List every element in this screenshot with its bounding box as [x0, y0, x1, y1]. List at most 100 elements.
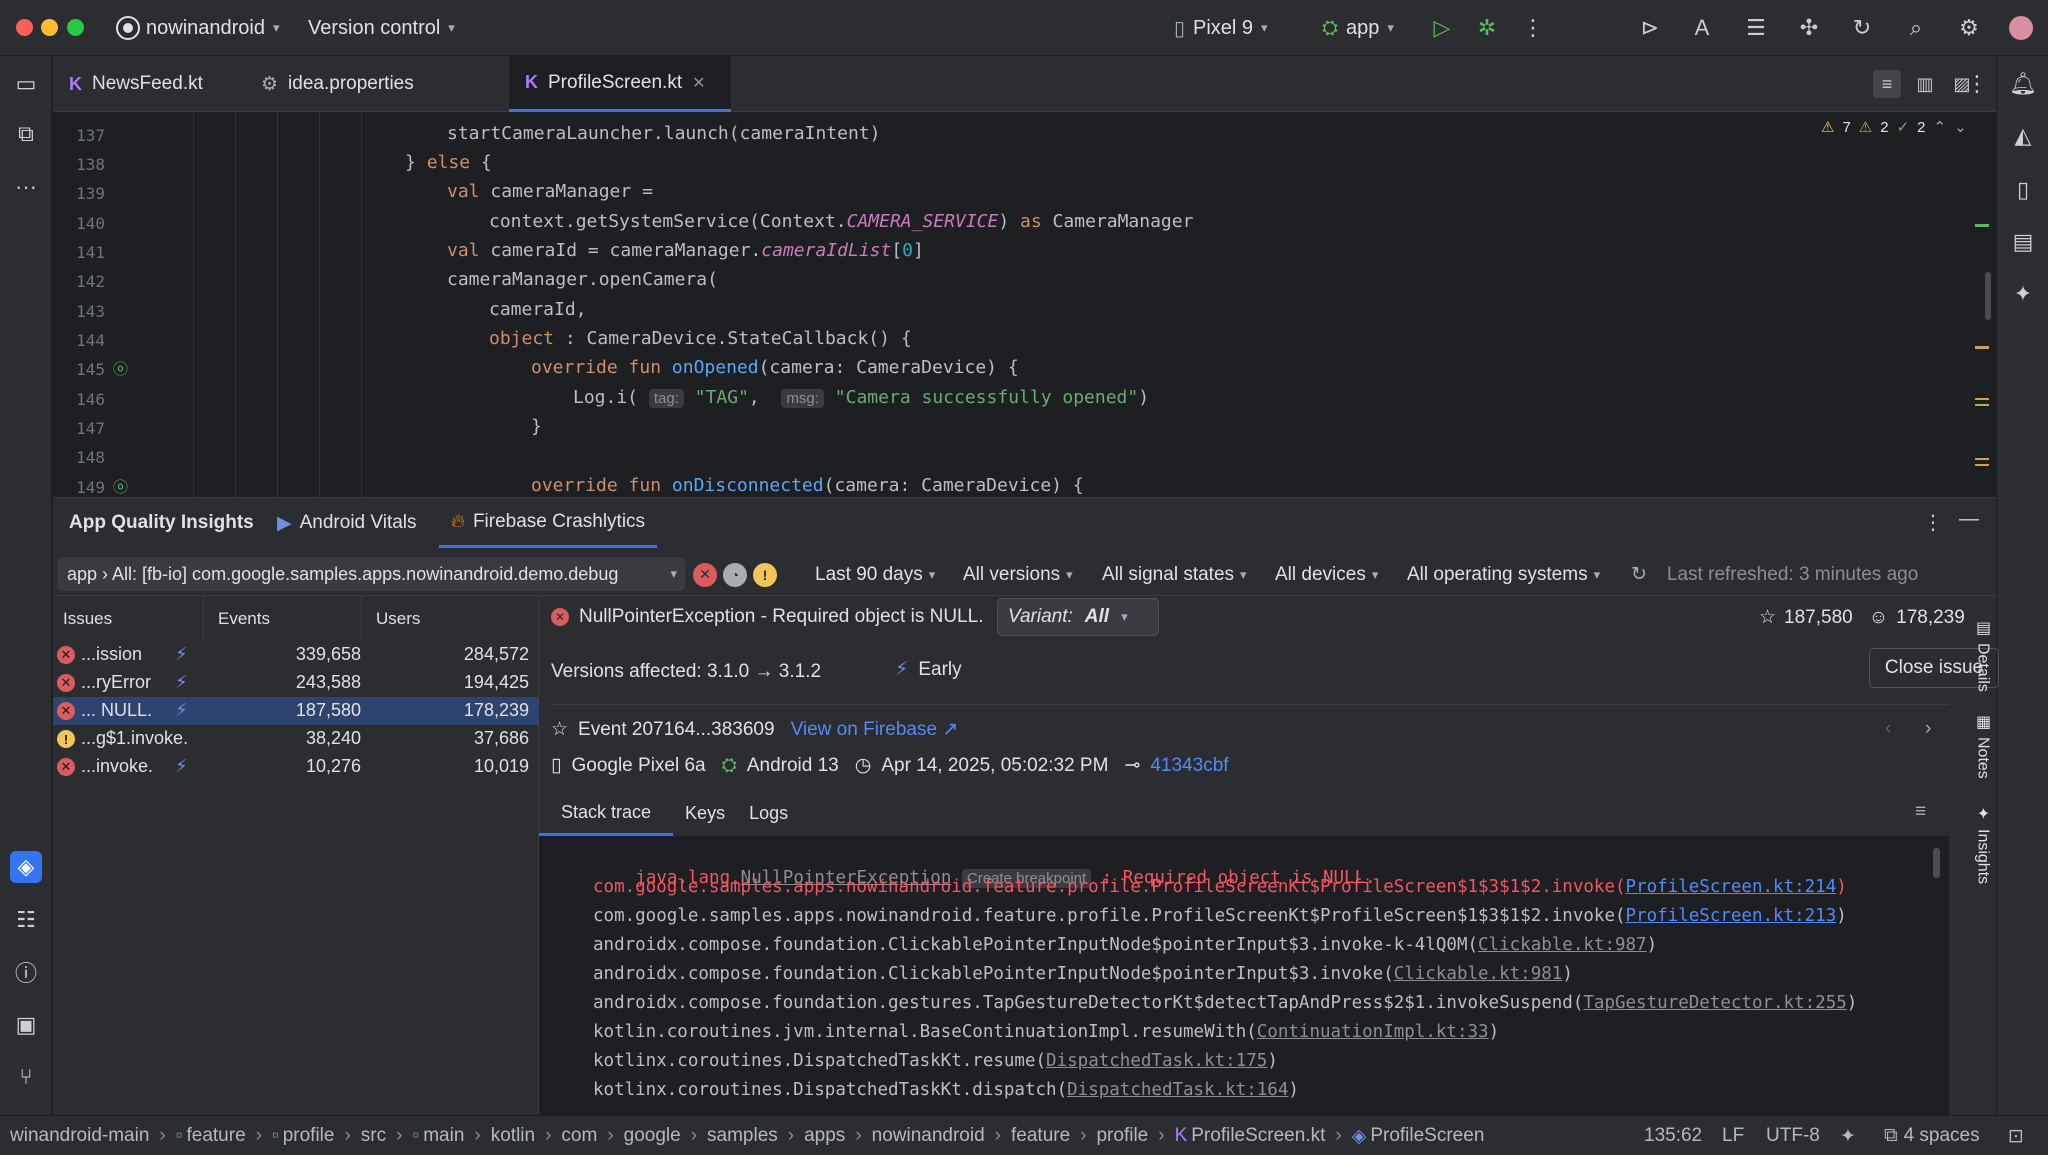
indent-setting[interactable]: ⧉ 4 spaces — [1884, 1116, 1980, 1155]
editor-view-code-icon[interactable]: ≡ — [1873, 70, 1901, 98]
breadcrumb-item[interactable]: ▫ profile — [272, 1125, 335, 1147]
tab-stack-trace[interactable]: Stack trace — [539, 791, 674, 836]
tab-newsfeed[interactable]: K NewsFeed.kt — [53, 56, 243, 112]
tab-logs[interactable]: Logs — [737, 791, 800, 836]
notifications-icon[interactable]: 🔔︎ — [2007, 68, 2039, 100]
avatar[interactable] — [2007, 14, 2035, 42]
breadcrumb-item[interactable]: google — [624, 1125, 681, 1147]
breadcrumb-item[interactable]: nowinandroid — [872, 1125, 985, 1147]
settings-icon[interactable]: ⚙ — [1955, 14, 1983, 42]
device-selector[interactable]: ▯ Pixel 9 ▾ — [1174, 0, 1268, 56]
layout-inspector-icon[interactable]: ☰ — [1742, 14, 1770, 42]
folder-icon[interactable]: ▭ — [10, 68, 42, 100]
chevron-down-icon[interactable]: ⌄ — [1954, 118, 1967, 136]
col-events[interactable]: Events — [203, 596, 270, 641]
debug-icon[interactable]: ✲ — [1473, 14, 1501, 42]
device-manager-icon[interactable]: ▯ — [2007, 174, 2039, 206]
code-editor[interactable]: 137 138 139 140 141 142 143 144 145 146 … — [53, 112, 1996, 497]
structure-icon[interactable]: ⧉ — [10, 118, 42, 150]
breadcrumb-item[interactable]: apps — [804, 1125, 845, 1147]
project-selector[interactable]: nowinandroid ▾ — [116, 0, 280, 56]
gemini-icon[interactable]: ✦ — [2007, 278, 2039, 310]
gemini-status-icon[interactable]: ✦ — [1840, 1116, 1856, 1155]
logcat-icon[interactable]: ☷ — [10, 904, 42, 936]
close-window-button[interactable] — [16, 19, 33, 36]
run-config-selector[interactable]: ⛭ app ▾ — [1322, 0, 1394, 56]
anr-filter-icon[interactable]: ◔ — [723, 562, 747, 587]
file-encoding[interactable]: UTF-8 — [1766, 1116, 1820, 1155]
versions-filter[interactable]: All versions ▾ — [963, 553, 1073, 596]
breadcrumb-item[interactable]: profile — [1096, 1125, 1148, 1147]
frame-source-link[interactable]: DispatchedTask.kt:175 — [1046, 1051, 1267, 1071]
issue-row[interactable]: ✕ ... NULL. ⚡︎ 187,580 178,239 — [53, 697, 539, 725]
chevron-up-icon[interactable]: ⌃ — [1934, 118, 1947, 136]
minimize-window-button[interactable] — [41, 19, 58, 36]
frame-source-link[interactable]: ProfileScreen.kt:214 — [1626, 877, 1837, 897]
problems-icon[interactable]: ⓘ — [10, 956, 42, 988]
os-filter[interactable]: All operating systems ▾ — [1407, 553, 1600, 596]
tabs-more-icon[interactable]: ⋮ — [1963, 70, 1991, 98]
override-gutter-icon[interactable]: ⓞ — [113, 358, 128, 379]
issue-row[interactable]: ✕ ...invoke. ⚡︎ 10,276 10,019 — [53, 753, 539, 781]
fatal-filter-icon[interactable]: ✕ — [693, 562, 717, 587]
breadcrumb-item[interactable]: samples — [707, 1125, 778, 1147]
breadcrumb-item[interactable]: K ProfileScreen.kt — [1175, 1125, 1326, 1147]
editor-view-split-icon[interactable]: ▥ — [1911, 70, 1939, 98]
cursor-position[interactable]: 135:62 — [1644, 1116, 1702, 1155]
next-event-icon[interactable]: › — [1925, 718, 1931, 740]
tab-profilescreen[interactable]: K ProfileScreen.kt ✕ — [509, 56, 731, 112]
read-only-lock-icon[interactable]: ⊡ — [2008, 1116, 2024, 1155]
panel-options-icon[interactable]: ⋮ — [1923, 510, 1943, 535]
breadcrumb-item[interactable]: kotlin — [491, 1125, 535, 1147]
trace-scrollbar[interactable] — [1933, 848, 1940, 878]
side-tab-details[interactable]: ▤ Details — [1969, 618, 1996, 692]
side-tab-insights[interactable]: ✦ Insights — [1969, 804, 1996, 884]
git-icon[interactable]: ⑂ — [10, 1061, 42, 1093]
wrap-lines-icon[interactable]: ≡ — [1915, 801, 1926, 823]
editor-scrollbar[interactable] — [1985, 272, 1991, 320]
terminal-icon[interactable]: ▣ — [10, 1009, 42, 1041]
variant-selector[interactable]: Variant: All ▾ — [997, 598, 1159, 636]
frame-source-link[interactable]: ContinuationImpl.kt:33 — [1257, 1022, 1489, 1042]
line-separator[interactable]: LF — [1722, 1116, 1744, 1155]
frame-source-link[interactable]: Clickable.kt:987 — [1478, 935, 1647, 955]
refresh-icon[interactable]: ↻ — [1631, 563, 1647, 586]
devices-filter[interactable]: All devices ▾ — [1275, 553, 1378, 596]
breadcrumb-item[interactable]: winandroid-main — [10, 1125, 149, 1147]
tab-firebase-crashlytics[interactable]: 🔥︎ Firebase Crashlytics — [439, 498, 658, 548]
stack-trace[interactable]: java.lang.NullPointerException Create br… — [539, 836, 1949, 1118]
prev-event-icon[interactable]: ‹ — [1885, 718, 1891, 740]
app-quality-insights-icon[interactable]: ◈ — [10, 851, 42, 883]
app-selector[interactable]: app › All: [fb-io] com.google.samples.ap… — [57, 557, 685, 591]
tab-keys[interactable]: Keys — [673, 791, 737, 836]
more-tools-icon[interactable]: ··· — [10, 171, 42, 203]
view-on-firebase-link[interactable]: View on Firebase ↗ — [791, 718, 959, 741]
search-icon[interactable]: ⌕ — [1902, 14, 1930, 42]
profiler-icon[interactable]: ⊳ — [1636, 14, 1664, 42]
close-icon[interactable]: ✕ — [692, 73, 705, 93]
issue-row[interactable]: ✕ ...ission ⚡︎ 339,658 284,572 — [53, 641, 539, 669]
breadcrumb-item[interactable]: src — [361, 1125, 386, 1147]
breadcrumb-item[interactable]: ▫ feature — [176, 1125, 246, 1147]
frame-source-link[interactable]: DispatchedTask.kt:164 — [1067, 1080, 1288, 1100]
override-gutter-icon[interactable]: ⓞ — [113, 476, 128, 497]
frame-source-link[interactable]: ProfileScreen.kt:213 — [1626, 906, 1837, 926]
breadcrumb-item[interactable]: feature — [1011, 1125, 1070, 1147]
breadcrumb-item[interactable]: ▫ main — [412, 1125, 464, 1147]
tab-android-vitals[interactable]: ▶ Android Vitals — [277, 498, 417, 548]
col-users[interactable]: Users — [361, 596, 420, 641]
minimize-panel-icon[interactable]: — — [1959, 508, 1979, 531]
issue-row[interactable]: ! ...g$1.invoke. 38,240 37,686 — [53, 725, 539, 753]
side-tab-notes[interactable]: ▦ Notes — [1969, 712, 1996, 779]
zoom-window-button[interactable] — [67, 19, 84, 36]
running-devices-icon[interactable]: ▤ — [2007, 226, 2039, 258]
commit-link[interactable]: 41343cbf — [1150, 755, 1228, 777]
signals-filter[interactable]: All signal states ▾ — [1102, 553, 1247, 596]
run-icon[interactable]: ▷ — [1428, 14, 1456, 42]
frame-source-link[interactable]: TapGestureDetector.kt:255 — [1583, 993, 1846, 1013]
sync-icon[interactable]: ↻ — [1848, 14, 1876, 42]
gemini-bug-icon[interactable]: ✣ — [1795, 14, 1823, 42]
nonfatal-filter-icon[interactable]: ! — [753, 562, 777, 587]
issue-row[interactable]: ✕ ...ryError ⚡︎ 243,588 194,425 — [53, 669, 539, 697]
frame-source-link[interactable]: Clickable.kt:981 — [1394, 964, 1563, 984]
